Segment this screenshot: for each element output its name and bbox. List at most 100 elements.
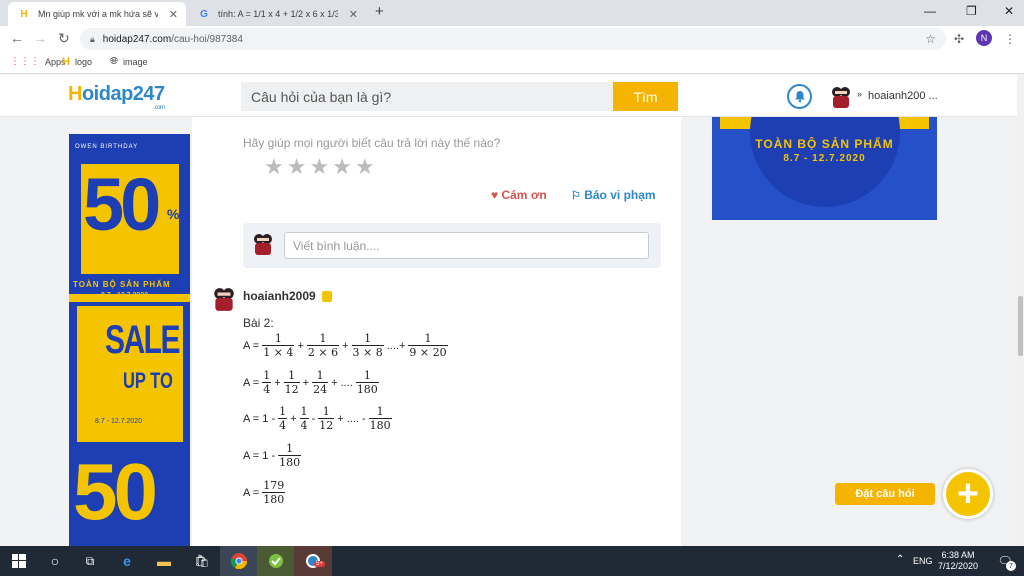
ad-big-number: 50 (83, 163, 161, 246)
fraction-denominator: 24 (312, 382, 329, 396)
language-indicator[interactable]: ENG (913, 556, 933, 566)
new-tab-button[interactable]: + (375, 3, 384, 20)
store-icon[interactable]: 🛍︎ (183, 546, 221, 576)
url-path: /cau-hoi/987384 (171, 33, 243, 45)
app-green-icon[interactable] (257, 546, 295, 576)
fraction: 19 × 20 (408, 332, 448, 359)
ask-question-button[interactable]: Đặt câu hỏi (835, 483, 935, 505)
equation-lead: A = 1 - (243, 412, 276, 425)
answer-author-avatar[interactable] (212, 286, 236, 312)
ad-dates: 8.7 - 12.7.2020 (95, 418, 143, 425)
edge-icon[interactable]: e (108, 546, 146, 576)
site-header: Hoidap247 .com Câu hỏi của bạn là gì? Tì… (0, 75, 1017, 117)
equation-lead: A = (243, 376, 260, 389)
fraction-numerator: 1 (263, 369, 271, 382)
fraction-denominator: 180 (262, 492, 286, 506)
fraction-numerator: 1 (274, 332, 282, 345)
back-icon[interactable]: ← (10, 30, 24, 46)
tab-google[interactable]: G tính: A = 1/1 x 4 + 1/2 x 6 x 1/3x ✕ (188, 2, 366, 26)
notification-badge: 5+ (314, 561, 325, 567)
left-advertisement[interactable]: ⓘ✕ OWEN BIRTHDAY 50 % TOÀN BỘ SẢN PHẨM 8… (69, 134, 190, 546)
plus-icon[interactable]: + (943, 469, 993, 519)
answer-author[interactable]: hoaianh2009 (243, 289, 333, 303)
file-explorer-icon[interactable]: ▬ (145, 546, 183, 576)
fraction: 1 180 (355, 369, 379, 396)
system-clock[interactable]: 6:38 AM 7/12/2020 (938, 550, 978, 572)
chevron-down-icon[interactable]: » (857, 89, 862, 99)
ad-dates: 8.7 - 12.7.2020 (101, 292, 149, 299)
star-icon[interactable]: ★ (287, 156, 307, 178)
search-button[interactable]: Tìm (613, 82, 678, 111)
thank-button[interactable]: ♥ Cám ơn (491, 188, 547, 202)
close-tab-icon[interactable]: ✕ (169, 8, 178, 21)
commenter-avatar (254, 234, 272, 255)
fraction-numerator: 1 (364, 332, 372, 345)
fraction-denominator: 180 (368, 418, 392, 432)
equation-line: A = 179 180 (243, 479, 286, 506)
scrollbar-thumb[interactable] (1018, 296, 1023, 356)
operator: + (302, 376, 310, 389)
lock-icon: 🔒︎ (90, 33, 95, 44)
answer-title: Bài 2: (243, 316, 274, 330)
bookmark-logo[interactable]: H logo (62, 56, 92, 68)
logo-domain: .com (153, 105, 166, 111)
bookmarks-bar: ⋮⋮⋮ Apps H logo 🌐︎ image (0, 52, 1024, 74)
restore-icon[interactable]: ❐ (966, 4, 977, 18)
search-input[interactable]: Câu hỏi của bạn là gì? (241, 82, 613, 111)
fraction: 1 24 (312, 369, 329, 396)
username[interactable]: hoaianh200 ... (868, 90, 938, 102)
bookmark-label: image (123, 56, 148, 67)
bookmark-star-icon[interactable]: ☆ (925, 32, 936, 46)
search-icon[interactable]: ○ (36, 546, 74, 576)
chat-app-icon[interactable]: 5+ (294, 546, 332, 576)
menu-dots-icon[interactable]: ⋮ (1004, 32, 1016, 46)
operator: + .... (331, 376, 353, 389)
close-tab-icon[interactable]: ✕ (349, 8, 358, 21)
windows-start-icon[interactable] (0, 546, 38, 576)
chevron-up-icon[interactable]: ⌃ (896, 554, 904, 565)
task-view-icon[interactable]: ⧉ (71, 546, 109, 576)
site-logo[interactable]: Hoidap247 .com (68, 83, 165, 111)
browser-tab-strip: H Mn giúp mk với a mk hứa sẽ vote ✕ G tí… (0, 0, 1024, 26)
url-domain: hoidap247.com (102, 33, 172, 45)
fraction: 14 (299, 405, 309, 432)
close-window-icon[interactable]: ✕ (1004, 4, 1014, 18)
minimize-icon[interactable]: — (924, 4, 936, 18)
star-icon[interactable]: ★ (332, 156, 352, 178)
hoidap-favicon-icon: H (62, 56, 70, 68)
user-avatar[interactable] (830, 85, 852, 109)
bookmark-apps[interactable]: ⋮⋮⋮ Apps (10, 56, 66, 67)
right-advertisement[interactable]: TOÀN BỘ SẢN PHẨM 8.7 - 12.7.2020 (712, 117, 937, 220)
star-icon[interactable]: ★ (355, 156, 375, 178)
comment-input[interactable]: Viết bình luận.... (284, 232, 649, 259)
profile-avatar[interactable]: N (976, 30, 992, 46)
fraction-numerator: 1 (288, 369, 296, 382)
tab-hoidap[interactable]: H Mn giúp mk với a mk hứa sẽ vote ✕ (8, 2, 186, 26)
chrome-icon[interactable] (220, 546, 258, 576)
report-button[interactable]: ⚐ Báo vi phạm (571, 188, 656, 202)
notification-bell-icon[interactable] (787, 84, 812, 109)
fraction: 1 180 (278, 442, 302, 469)
ad-big-number: 50 (73, 447, 158, 536)
fraction: 14 (278, 405, 288, 432)
flag-icon: ⚐ (571, 190, 581, 202)
report-label: Báo vi phạm (584, 188, 656, 202)
fraction-denominator: 1 × 4 (262, 345, 295, 359)
ad-sale: SALE (105, 318, 181, 362)
address-bar[interactable]: 🔒︎ hoidap247.com/cau-hoi/987384 ☆ (80, 28, 946, 50)
star-icon[interactable]: ★ (264, 156, 284, 178)
fraction-denominator: 180 (355, 382, 379, 396)
action-center-icon[interactable]: 🗨︎ 7 (986, 546, 1024, 576)
bookmark-label: logo (74, 57, 92, 67)
fraction-denominator: 2 × 6 (306, 345, 340, 359)
star-icon[interactable]: ★ (309, 156, 329, 178)
star-rating[interactable]: ★ ★ ★ ★ ★ (264, 156, 375, 178)
rating-prompt: Hãy giúp mọi người biết câu trả lời này … (243, 136, 501, 150)
fraction-numerator: 1 (286, 442, 294, 455)
reload-icon[interactable]: ↻ (58, 30, 70, 47)
bookmark-image[interactable]: 🌐︎ image (110, 56, 148, 67)
windows-taskbar: ○ ⧉ e ▬ 🛍︎ 5+ ⌃ ENG 6:38 AM 7/12/2020 🗨︎… (0, 546, 1024, 576)
globe-icon: 🌐︎ (110, 56, 118, 67)
extensions-icon[interactable]: ✣ (954, 32, 964, 46)
forward-icon[interactable]: → (33, 30, 47, 46)
